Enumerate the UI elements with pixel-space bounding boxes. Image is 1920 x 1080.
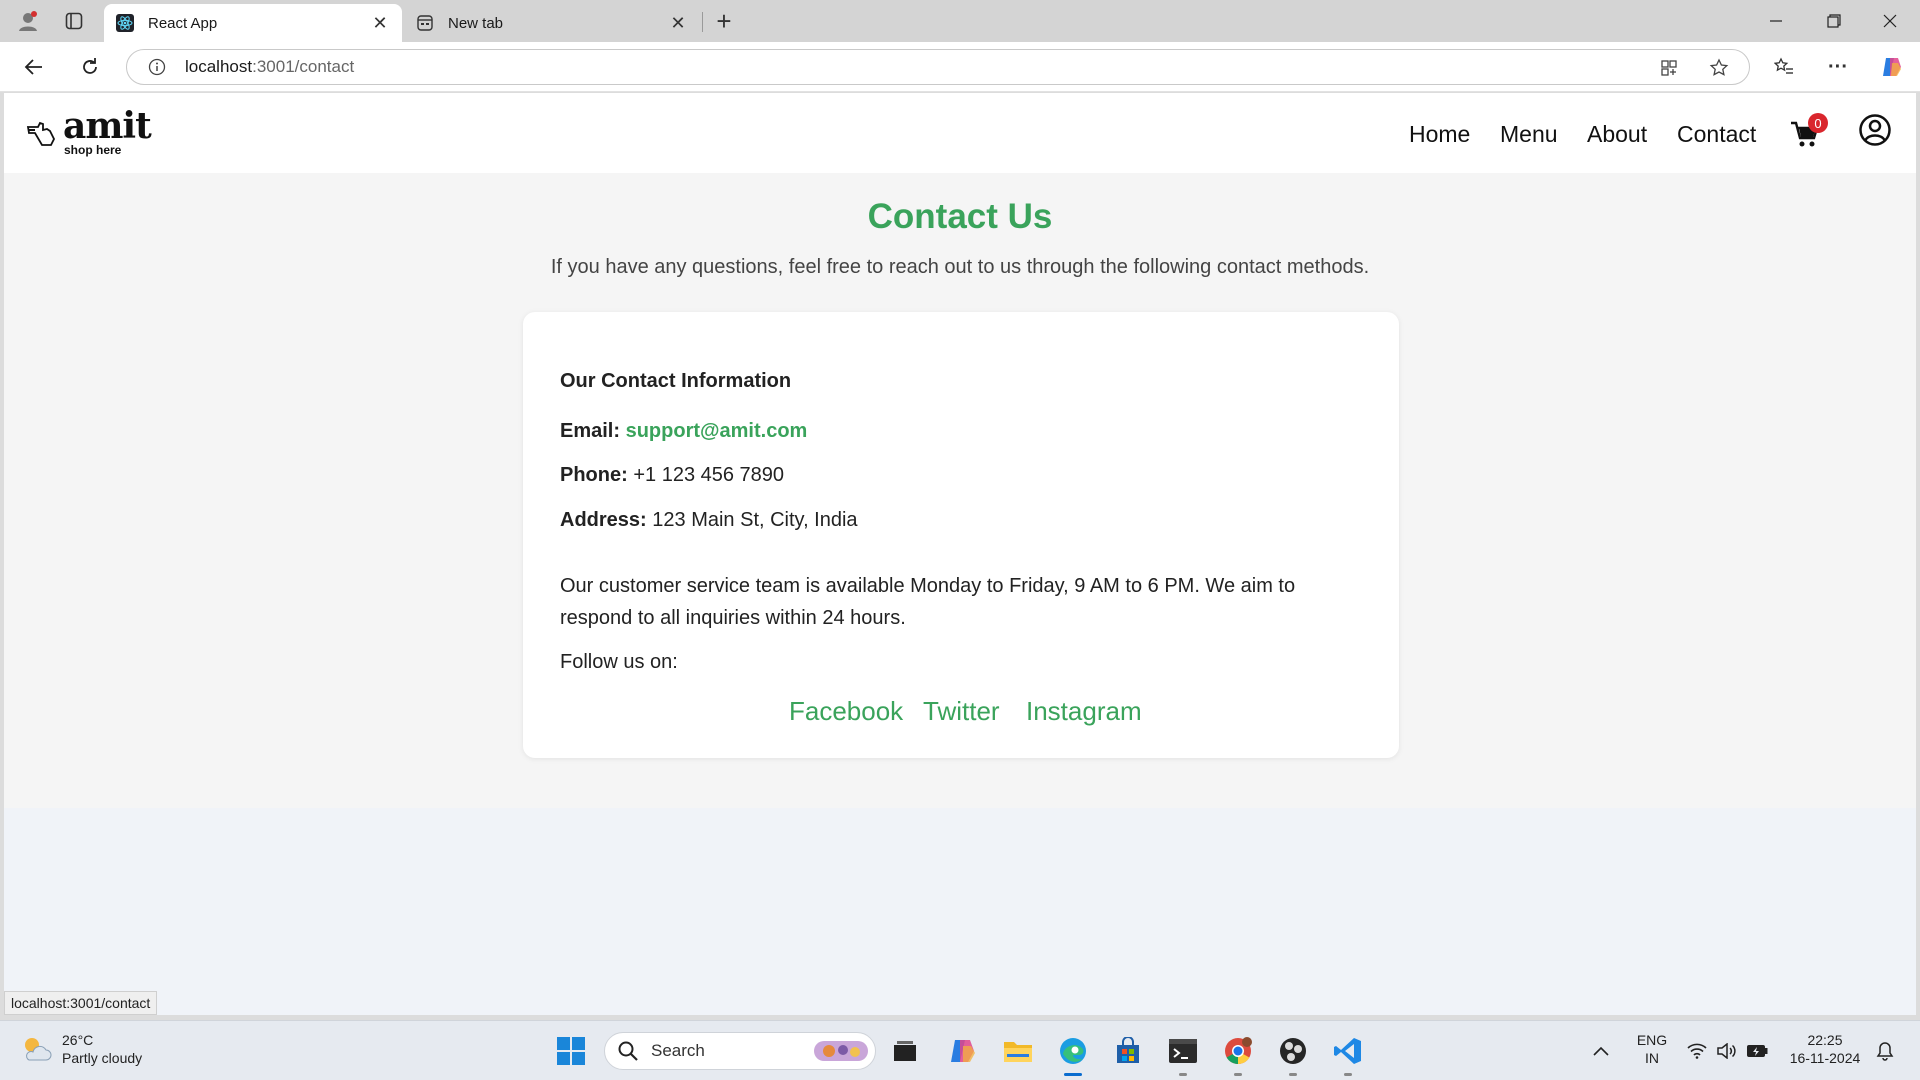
obs-icon[interactable]	[1276, 1034, 1310, 1068]
page-title: Contact Us	[867, 197, 1053, 236]
site-info-icon[interactable]	[147, 57, 167, 77]
chrome-icon[interactable]	[1221, 1034, 1255, 1068]
page-subtitle: If you have any questions, feel free to …	[550, 256, 1370, 278]
vscode-running-indicator	[1344, 1073, 1352, 1076]
react-icon	[116, 14, 134, 32]
close-tab-icon[interactable]: ✕	[668, 13, 688, 33]
microsoft-store-icon[interactable]	[1111, 1034, 1145, 1068]
close-window-icon[interactable]	[1862, 0, 1918, 42]
logo-tagline: shop here	[64, 143, 122, 157]
terminal-running-indicator	[1179, 1073, 1187, 1076]
pointing-hand-icon	[26, 121, 56, 146]
taskbar-search[interactable]: Search	[604, 1032, 876, 1070]
phone-value: +1 123 456 7890	[633, 464, 785, 486]
restore-icon[interactable]	[1806, 0, 1862, 42]
edge-browser-icon[interactable]	[1056, 1034, 1090, 1068]
weather-widget[interactable]: 26°C Partly cloudy	[20, 1031, 142, 1067]
back-arrow-icon[interactable]	[18, 51, 50, 83]
reload-icon[interactable]	[74, 51, 106, 83]
nav-contact[interactable]: Contact	[1677, 121, 1756, 148]
new-tab-page-icon	[416, 14, 434, 32]
cart-button[interactable]: 0	[1790, 113, 1828, 151]
cart-count-badge: 0	[1808, 113, 1828, 133]
site-logo[interactable]: amit shop here	[26, 105, 152, 157]
facebook-link[interactable]: Facebook	[789, 696, 903, 727]
windows-taskbar: 26°C Partly cloudy Search ENG IN 22:25 1…	[0, 1020, 1920, 1080]
chevron-up-icon[interactable]	[1584, 1034, 1618, 1068]
search-label: Search	[651, 1041, 705, 1060]
email-label: Email:	[560, 420, 621, 442]
tab-label: React App	[148, 14, 218, 32]
phone-row: Phone: +1 123 456 7890	[560, 464, 784, 487]
contact-info-heading: Our Contact Information	[560, 370, 792, 392]
user-circle-icon	[1859, 114, 1891, 146]
site-header: amit shop here Home Menu About Contact 0	[4, 93, 1916, 173]
copilot-taskbar-icon[interactable]	[946, 1034, 980, 1068]
address-bar[interactable]: localhost:3001/contact	[126, 49, 1750, 85]
phone-label: Phone:	[560, 464, 628, 486]
edge-active-indicator	[1064, 1073, 1082, 1076]
nav-home[interactable]: Home	[1409, 121, 1470, 148]
contact-card: Our Contact Information Email: support@a…	[523, 312, 1399, 758]
new-tab-plus-icon[interactable]: +	[710, 6, 738, 36]
wifi-icon[interactable]	[1680, 1034, 1714, 1068]
vscode-icon[interactable]	[1331, 1034, 1365, 1068]
clock[interactable]: 22:25 16-11-2024	[1780, 1031, 1870, 1067]
windows-start-icon[interactable]	[554, 1034, 588, 1068]
address-row: Address: 123 Main St, City, India	[560, 509, 858, 532]
tab-separator	[702, 12, 703, 32]
url-host: localhost	[185, 57, 253, 76]
address-label: Address:	[560, 509, 647, 531]
account-button[interactable]	[1858, 113, 1892, 147]
obs-running-indicator	[1289, 1073, 1297, 1076]
tab-actions-icon[interactable]	[60, 7, 88, 35]
search-icon	[618, 1041, 638, 1061]
browser-toolbar: localhost:3001/contact ···	[0, 42, 1920, 92]
partly-cloudy-icon	[25, 1038, 52, 1061]
page-viewport: amit shop here Home Menu About Contact 0…	[4, 93, 1916, 1015]
volume-icon[interactable]	[1710, 1034, 1744, 1068]
favorite-star-icon[interactable]	[1709, 58, 1729, 78]
minimize-icon[interactable]	[1748, 0, 1804, 42]
twitter-link[interactable]: Twitter	[923, 696, 1000, 727]
hours-text: Our customer service team is available M…	[560, 575, 1296, 629]
favorites-icon[interactable]	[1768, 51, 1800, 83]
weather-desc: Partly cloudy	[62, 1050, 143, 1066]
file-explorer-icon[interactable]	[1001, 1034, 1035, 1068]
email-row: Email: support@amit.com	[560, 420, 807, 443]
task-view-icon[interactable]	[888, 1034, 922, 1068]
tab-react-app[interactable]: React App ✕	[104, 4, 402, 42]
language-code: ENG	[1636, 1032, 1668, 1048]
email-link[interactable]: support@amit.com	[626, 420, 808, 442]
weather-temp: 26°C	[62, 1032, 94, 1048]
address-value: 123 Main St, City, India	[652, 509, 858, 531]
status-bar-url: localhost:3001/contact	[4, 991, 158, 1015]
terminal-icon[interactable]	[1166, 1034, 1200, 1068]
follow-label: Follow us on:	[560, 651, 678, 673]
notification-bell-icon[interactable]	[1868, 1034, 1902, 1068]
profile-icon[interactable]	[14, 7, 42, 35]
more-options-icon[interactable]: ···	[1822, 51, 1854, 83]
instagram-link[interactable]: Instagram	[1026, 696, 1142, 727]
clock-time: 22:25	[1807, 1032, 1843, 1048]
chrome-running-indicator	[1234, 1073, 1242, 1076]
url-text[interactable]: localhost:3001/contact	[185, 57, 354, 77]
close-tab-icon[interactable]: ✕	[370, 13, 390, 33]
tab-new-tab[interactable]: New tab ✕	[404, 4, 700, 42]
battery-icon[interactable]	[1740, 1034, 1774, 1068]
logo-word: amit	[63, 105, 152, 147]
nav-menu[interactable]: Menu	[1500, 121, 1558, 148]
app-available-icon[interactable]	[1659, 58, 1679, 78]
browser-tab-strip: React App ✕ New tab ✕ +	[0, 0, 1920, 42]
language-indicator[interactable]: ENG IN	[1632, 1031, 1672, 1067]
copilot-icon[interactable]	[1876, 51, 1908, 83]
clock-date: 16-11-2024	[1789, 1050, 1861, 1066]
search-highlight-icon	[814, 1041, 868, 1061]
nav-about[interactable]: About	[1587, 121, 1647, 148]
region-code: IN	[1645, 1050, 1659, 1066]
url-path: :3001/contact	[252, 57, 355, 76]
tab-label: New tab	[448, 14, 504, 32]
